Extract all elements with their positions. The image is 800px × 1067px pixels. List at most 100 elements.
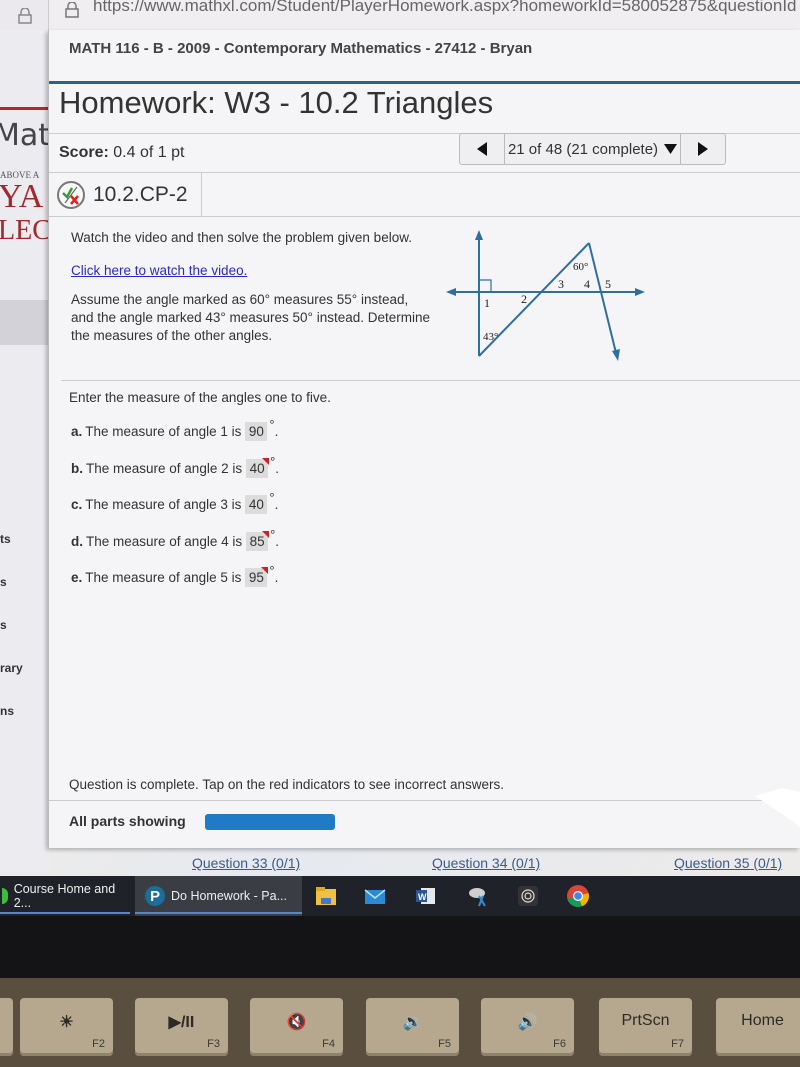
answer-field[interactable]: 90 (245, 422, 268, 441)
homework-dialog: MATH 116 - B - 2009 - Contemporary Mathe… (48, 30, 800, 848)
triangle-right-icon (698, 142, 708, 156)
mail-icon[interactable] (363, 884, 387, 908)
laptop-keyboard: ☀ F2 ▶/II F3 🔇 F4 🔉 F5 🔊 F6 PrtScn F7 Ho… (0, 978, 800, 1067)
volume-down-icon: 🔉 (402, 1014, 423, 1031)
laptop-bezel (0, 916, 800, 978)
given-angle-60: 60° (573, 261, 588, 273)
degree-symbol: ° (269, 417, 275, 432)
part-text: The measure of angle 5 is (85, 570, 242, 585)
sidebar-nav-item[interactable]: ns (0, 704, 14, 718)
previous-question-button[interactable] (460, 134, 505, 164)
green-app-icon (2, 888, 8, 904)
problem-line: Assume the angle marked as 60° measures … (71, 292, 409, 307)
answer-field-incorrect[interactable]: 95 (245, 567, 269, 587)
taskbar-app-do-homework[interactable]: P Do Homework - Pa... (135, 876, 302, 916)
degree-symbol: ° (270, 454, 276, 469)
sidebar-nav-item[interactable]: s (0, 575, 7, 589)
period: . (274, 424, 279, 439)
page-title: Homework: W3 - 10.2 Triangles (59, 85, 494, 120)
snipping-tool-icon[interactable] (467, 884, 491, 908)
watch-video-link[interactable]: Click here to watch the video. (71, 263, 247, 278)
triangle-figure: 1 2 3 4 5 60° 43° (446, 230, 645, 361)
word-icon[interactable]: W (413, 884, 437, 908)
task-label: Course Home and 2... (13, 882, 116, 910)
fn-label: F7 (671, 1038, 684, 1050)
triangle-down-icon (664, 144, 678, 154)
period: . (275, 534, 280, 549)
question-navigator: 21 of 48 (21 complete) (459, 133, 726, 165)
key-home[interactable]: Home (716, 998, 800, 1056)
svg-text:W: W (418, 892, 427, 902)
key-f5-volume-down[interactable]: 🔉 F5 (366, 998, 459, 1056)
play-pause-icon: ▶/II (168, 1014, 195, 1031)
key-f4-mute[interactable]: 🔇 F4 (250, 998, 343, 1056)
instruction-text: Watch the video and then solve the probl… (71, 230, 412, 245)
audio-app-icon[interactable] (516, 884, 540, 908)
chrome-icon[interactable] (566, 884, 590, 908)
file-explorer-icon[interactable] (314, 884, 338, 908)
pearson-icon: P (145, 886, 165, 906)
keyboard-key[interactable] (0, 998, 13, 1056)
degree-symbol: ° (270, 527, 276, 542)
arrow-head (475, 230, 483, 240)
fn-label: F2 (92, 1038, 105, 1050)
parts-progress-bar[interactable] (205, 814, 335, 830)
url-field[interactable]: https://www.mathxl.com/Student/PlayerHom… (48, 0, 800, 30)
problem-line: the measures of the other angles. (71, 328, 273, 343)
arrow-head (635, 288, 645, 296)
browser-address-bar: https://www.mathxl.com/Student/PlayerHom… (0, 0, 800, 30)
question-position-dropdown[interactable]: 21 of 48 (21 complete) (505, 134, 680, 164)
next-question-button[interactable] (680, 134, 725, 164)
answer-field-incorrect[interactable]: 85 (246, 531, 270, 551)
answer-field-incorrect[interactable]: 40 (246, 458, 270, 478)
part-text: The measure of angle 4 is (86, 534, 243, 549)
answer-row: b. The measure of angle 2 is 40 °. (71, 454, 279, 478)
sidebar-nav-item[interactable]: rary (0, 661, 23, 675)
course-title: MATH 116 - B - 2009 - Contemporary Mathe… (69, 40, 533, 57)
period: . (274, 497, 279, 512)
answer-row: e. The measure of angle 5 is 95 °. (71, 563, 278, 587)
college-name-line1: YA (0, 178, 44, 215)
key-f3-play-pause[interactable]: ▶/II F3 (135, 998, 228, 1056)
volume-up-icon: 🔊 (517, 1014, 538, 1031)
key-f2-brightness[interactable]: ☀ F2 (20, 998, 113, 1056)
lock-icon (18, 8, 32, 24)
diagonal-line (588, 242, 617, 354)
score-label: Score: (59, 144, 109, 161)
mute-icon: 🔇 (286, 1014, 307, 1031)
part-letter: b. (71, 461, 83, 476)
given-angle-43: 43° (483, 331, 498, 343)
angle-label-2: 2 (521, 292, 527, 306)
key-f6-volume-up[interactable]: 🔊 F6 (481, 998, 574, 1056)
completion-message: Question is complete. Tap on the red ind… (69, 777, 504, 792)
part-text: The measure of angle 3 is (85, 497, 242, 512)
divider (49, 216, 800, 217)
question-id: 10.2.CP-2 (93, 182, 188, 206)
question-link[interactable]: Question 35 (0/1) (674, 855, 782, 871)
background-site: Math ABOVE A YA LEC ts s s rary ns (0, 30, 50, 880)
lock-icon (65, 2, 79, 18)
fn-label: F5 (438, 1038, 451, 1050)
fn-label: F3 (207, 1038, 220, 1050)
answer-field[interactable]: 40 (245, 495, 268, 514)
answer-prompt: Enter the measure of the angles one to f… (69, 390, 331, 405)
question-link[interactable]: Question 34 (0/1) (432, 855, 540, 871)
right-angle-marker (479, 279, 492, 292)
question-position: 21 of 48 (21 complete) (507, 140, 659, 158)
question-link[interactable]: Question 33 (0/1) (192, 855, 300, 871)
active-indicator (135, 912, 302, 914)
home-label: Home (741, 1012, 784, 1029)
triangle-left-icon (477, 142, 487, 156)
taskbar-app-course-home[interactable]: Course Home and 2... (0, 876, 130, 916)
answer-row: c. The measure of angle 3 is 40 °. (71, 490, 279, 514)
brightness-icon: ☀ (59, 1014, 74, 1031)
sidebar-nav-item[interactable]: s (0, 618, 7, 632)
college-name-line2: LEC (0, 215, 50, 246)
part-letter: d. (71, 534, 83, 549)
answer-row: d. The measure of angle 4 is 85 °. (71, 527, 280, 551)
url-text: https://www.mathxl.com/Student/PlayerHom… (93, 0, 797, 15)
key-f7-prtscn[interactable]: PrtScn F7 (599, 998, 692, 1056)
sidebar-nav-item[interactable]: ts (0, 532, 11, 546)
part-letter: a. (71, 424, 83, 439)
degree-symbol: ° (269, 490, 275, 505)
